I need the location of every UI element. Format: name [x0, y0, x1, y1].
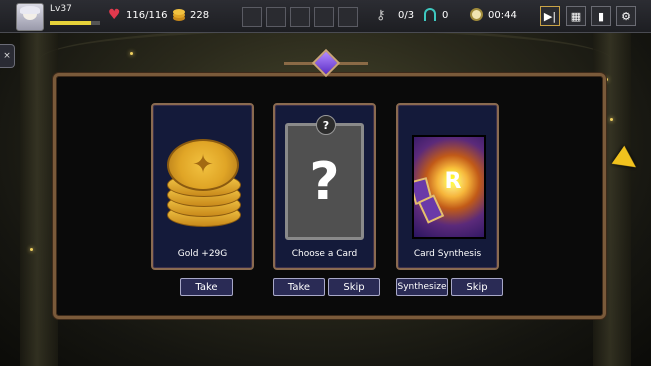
- relic-slot[interactable]: [266, 7, 286, 27]
- portal-count: 0: [442, 10, 449, 21]
- gold-value: 228: [190, 10, 210, 21]
- relic-slot[interactable]: [290, 7, 310, 27]
- take-gold-button[interactable]: Take: [180, 278, 233, 296]
- side-tab[interactable]: ×: [0, 44, 15, 68]
- mystery-card-icon: ?: [285, 123, 364, 240]
- skip-synthesis-button[interactable]: Skip: [451, 278, 503, 296]
- relic-slot[interactable]: [338, 7, 358, 27]
- xp-bar-fill: [50, 21, 91, 25]
- compass-star-icon: ✦: [192, 150, 214, 180]
- clock-icon: [470, 8, 483, 21]
- take-card-button[interactable]: Take: [273, 278, 325, 296]
- relic-slot[interactable]: [314, 7, 334, 27]
- hp-value: 116/116: [126, 10, 168, 21]
- relic-slot[interactable]: [242, 7, 262, 27]
- close-icon: ×: [3, 51, 11, 61]
- key-count: 0/3: [398, 10, 415, 21]
- deck-button[interactable]: ▮: [591, 6, 611, 26]
- rune-icon: R: [444, 169, 462, 194]
- deck-icon: ▮: [597, 9, 605, 23]
- skip-card-button[interactable]: Skip: [328, 278, 380, 296]
- xp-bar: [50, 21, 100, 25]
- synthesis-art-icon: R: [412, 135, 486, 239]
- question-badge-icon: ?: [316, 115, 336, 135]
- gear-icon: ⚙: [621, 9, 631, 23]
- sparkle: [610, 118, 613, 121]
- skip-button[interactable]: ▶|: [540, 6, 560, 26]
- reward-label: Choose a Card: [291, 249, 358, 259]
- portal-icon: [424, 8, 436, 21]
- coin-icon: [173, 9, 185, 21]
- reward-card-choose[interactable]: ? ? Choose a Card: [273, 103, 376, 270]
- key-icon: ⚷: [376, 8, 386, 23]
- reward-label: Gold +29G: [177, 249, 228, 259]
- reward-card-synthesis[interactable]: R Card Synthesis: [396, 103, 499, 270]
- reward-card-gold[interactable]: ✦ Gold +29G: [151, 103, 254, 270]
- sparkle: [130, 52, 133, 55]
- mini-card-icon: [417, 194, 445, 224]
- skip-icon: ▶|: [543, 9, 557, 23]
- settings-button[interactable]: ⚙: [616, 6, 636, 26]
- sparkle: [30, 248, 33, 251]
- map-button[interactable]: ▦: [566, 6, 586, 26]
- heart-icon: ♥: [108, 7, 121, 23]
- avatar[interactable]: [16, 3, 44, 31]
- level-label: Lv37: [50, 4, 72, 14]
- top-hud: Lv37 ♥ 116/116 228 ⚷ 0/3 0 00:44 ▶| ▦ ▮ …: [0, 0, 651, 33]
- map-icon: ▦: [570, 9, 582, 23]
- synthesize-button[interactable]: Synthesize: [396, 278, 448, 296]
- timer: 00:44: [488, 10, 517, 21]
- reward-label: Card Synthesis: [413, 249, 482, 259]
